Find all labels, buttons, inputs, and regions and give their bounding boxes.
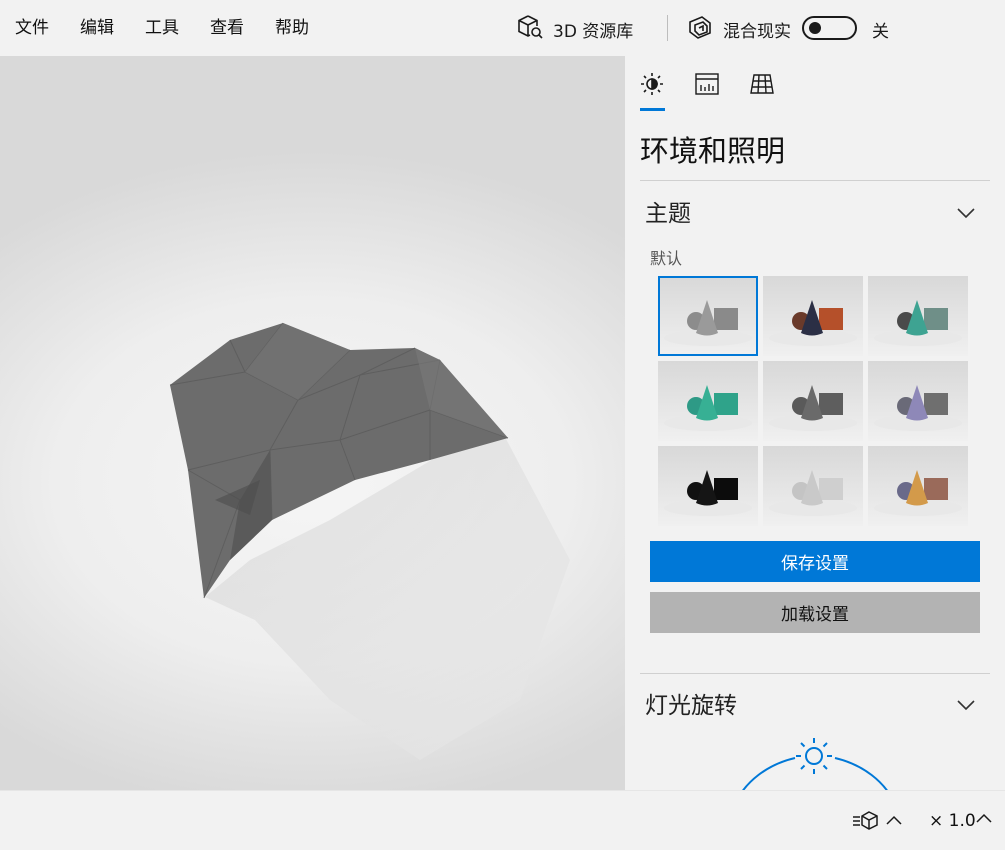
toggle-knob [809, 22, 821, 34]
mixed-reality-button[interactable]: 混合现实 [686, 14, 791, 44]
speed-label[interactable]: × 1.0 [929, 811, 976, 831]
menu-file[interactable]: 文件 [15, 17, 49, 39]
chevron-up-icon[interactable] [974, 809, 994, 829]
theme-grid [658, 276, 968, 526]
theme-thumbnail[interactable] [868, 446, 968, 526]
menu-view[interactable]: 查看 [210, 17, 244, 39]
tab-selected-indicator [640, 108, 665, 111]
menu-edit[interactable]: 编辑 [80, 17, 114, 39]
theme-thumbnail[interactable] [763, 361, 863, 441]
menu-bar: 文件 编辑 工具 查看 帮助 3D 资源库 混合现实 关 [0, 0, 1005, 56]
theme-thumbnail[interactable] [868, 276, 968, 356]
divider [640, 180, 990, 181]
3d-viewport[interactable] [0, 56, 625, 790]
chevron-up-icon[interactable] [884, 811, 904, 831]
theme-thumbnail[interactable] [763, 446, 863, 526]
menu-help[interactable]: 帮助 [275, 17, 309, 39]
theme-thumbnail[interactable] [658, 446, 758, 526]
sun-handle-icon [796, 738, 832, 774]
stats-icon[interactable] [693, 70, 721, 98]
theme-thumbnail[interactable] [658, 276, 758, 356]
status-bar: × 1.0 [0, 790, 1005, 850]
mixed-reality-toggle[interactable] [802, 16, 857, 40]
chevron-down-icon[interactable] [955, 201, 977, 223]
toolbar-divider [667, 15, 668, 41]
environment-panel: 环境和照明 主题 默认 保存设置 加载设置 灯光旋转 [625, 56, 1005, 790]
mixed-reality-state: 关 [872, 22, 889, 42]
divider [640, 673, 990, 674]
grid-icon[interactable] [748, 70, 776, 98]
theme-thumbnail[interactable] [868, 361, 968, 441]
chevron-down-icon[interactable] [955, 693, 977, 715]
theme-thumbnail[interactable] [763, 276, 863, 356]
load-settings-button[interactable]: 加载设置 [650, 592, 980, 633]
menu-tools[interactable]: 工具 [145, 17, 179, 39]
3d-library-label: 3D 资源库 [553, 21, 634, 42]
theme-section-title[interactable]: 主题 [645, 194, 691, 228]
3d-cube-search-icon [516, 13, 544, 46]
3d-model [169, 322, 570, 760]
panel-title: 环境和照明 [640, 134, 786, 168]
save-settings-button[interactable]: 保存设置 [650, 541, 980, 582]
light-rotation-title[interactable]: 灯光旋转 [645, 686, 737, 720]
animation-cube-icon[interactable] [852, 809, 880, 833]
mixed-reality-label: 混合现实 [723, 21, 791, 42]
sun-icon[interactable] [638, 70, 666, 98]
3d-library-button[interactable]: 3D 资源库 [516, 14, 633, 44]
mixed-reality-icon [686, 13, 714, 46]
theme-subtitle: 默认 [650, 249, 683, 268]
light-rotation-dial[interactable] [725, 734, 905, 790]
theme-thumbnail[interactable] [658, 361, 758, 441]
